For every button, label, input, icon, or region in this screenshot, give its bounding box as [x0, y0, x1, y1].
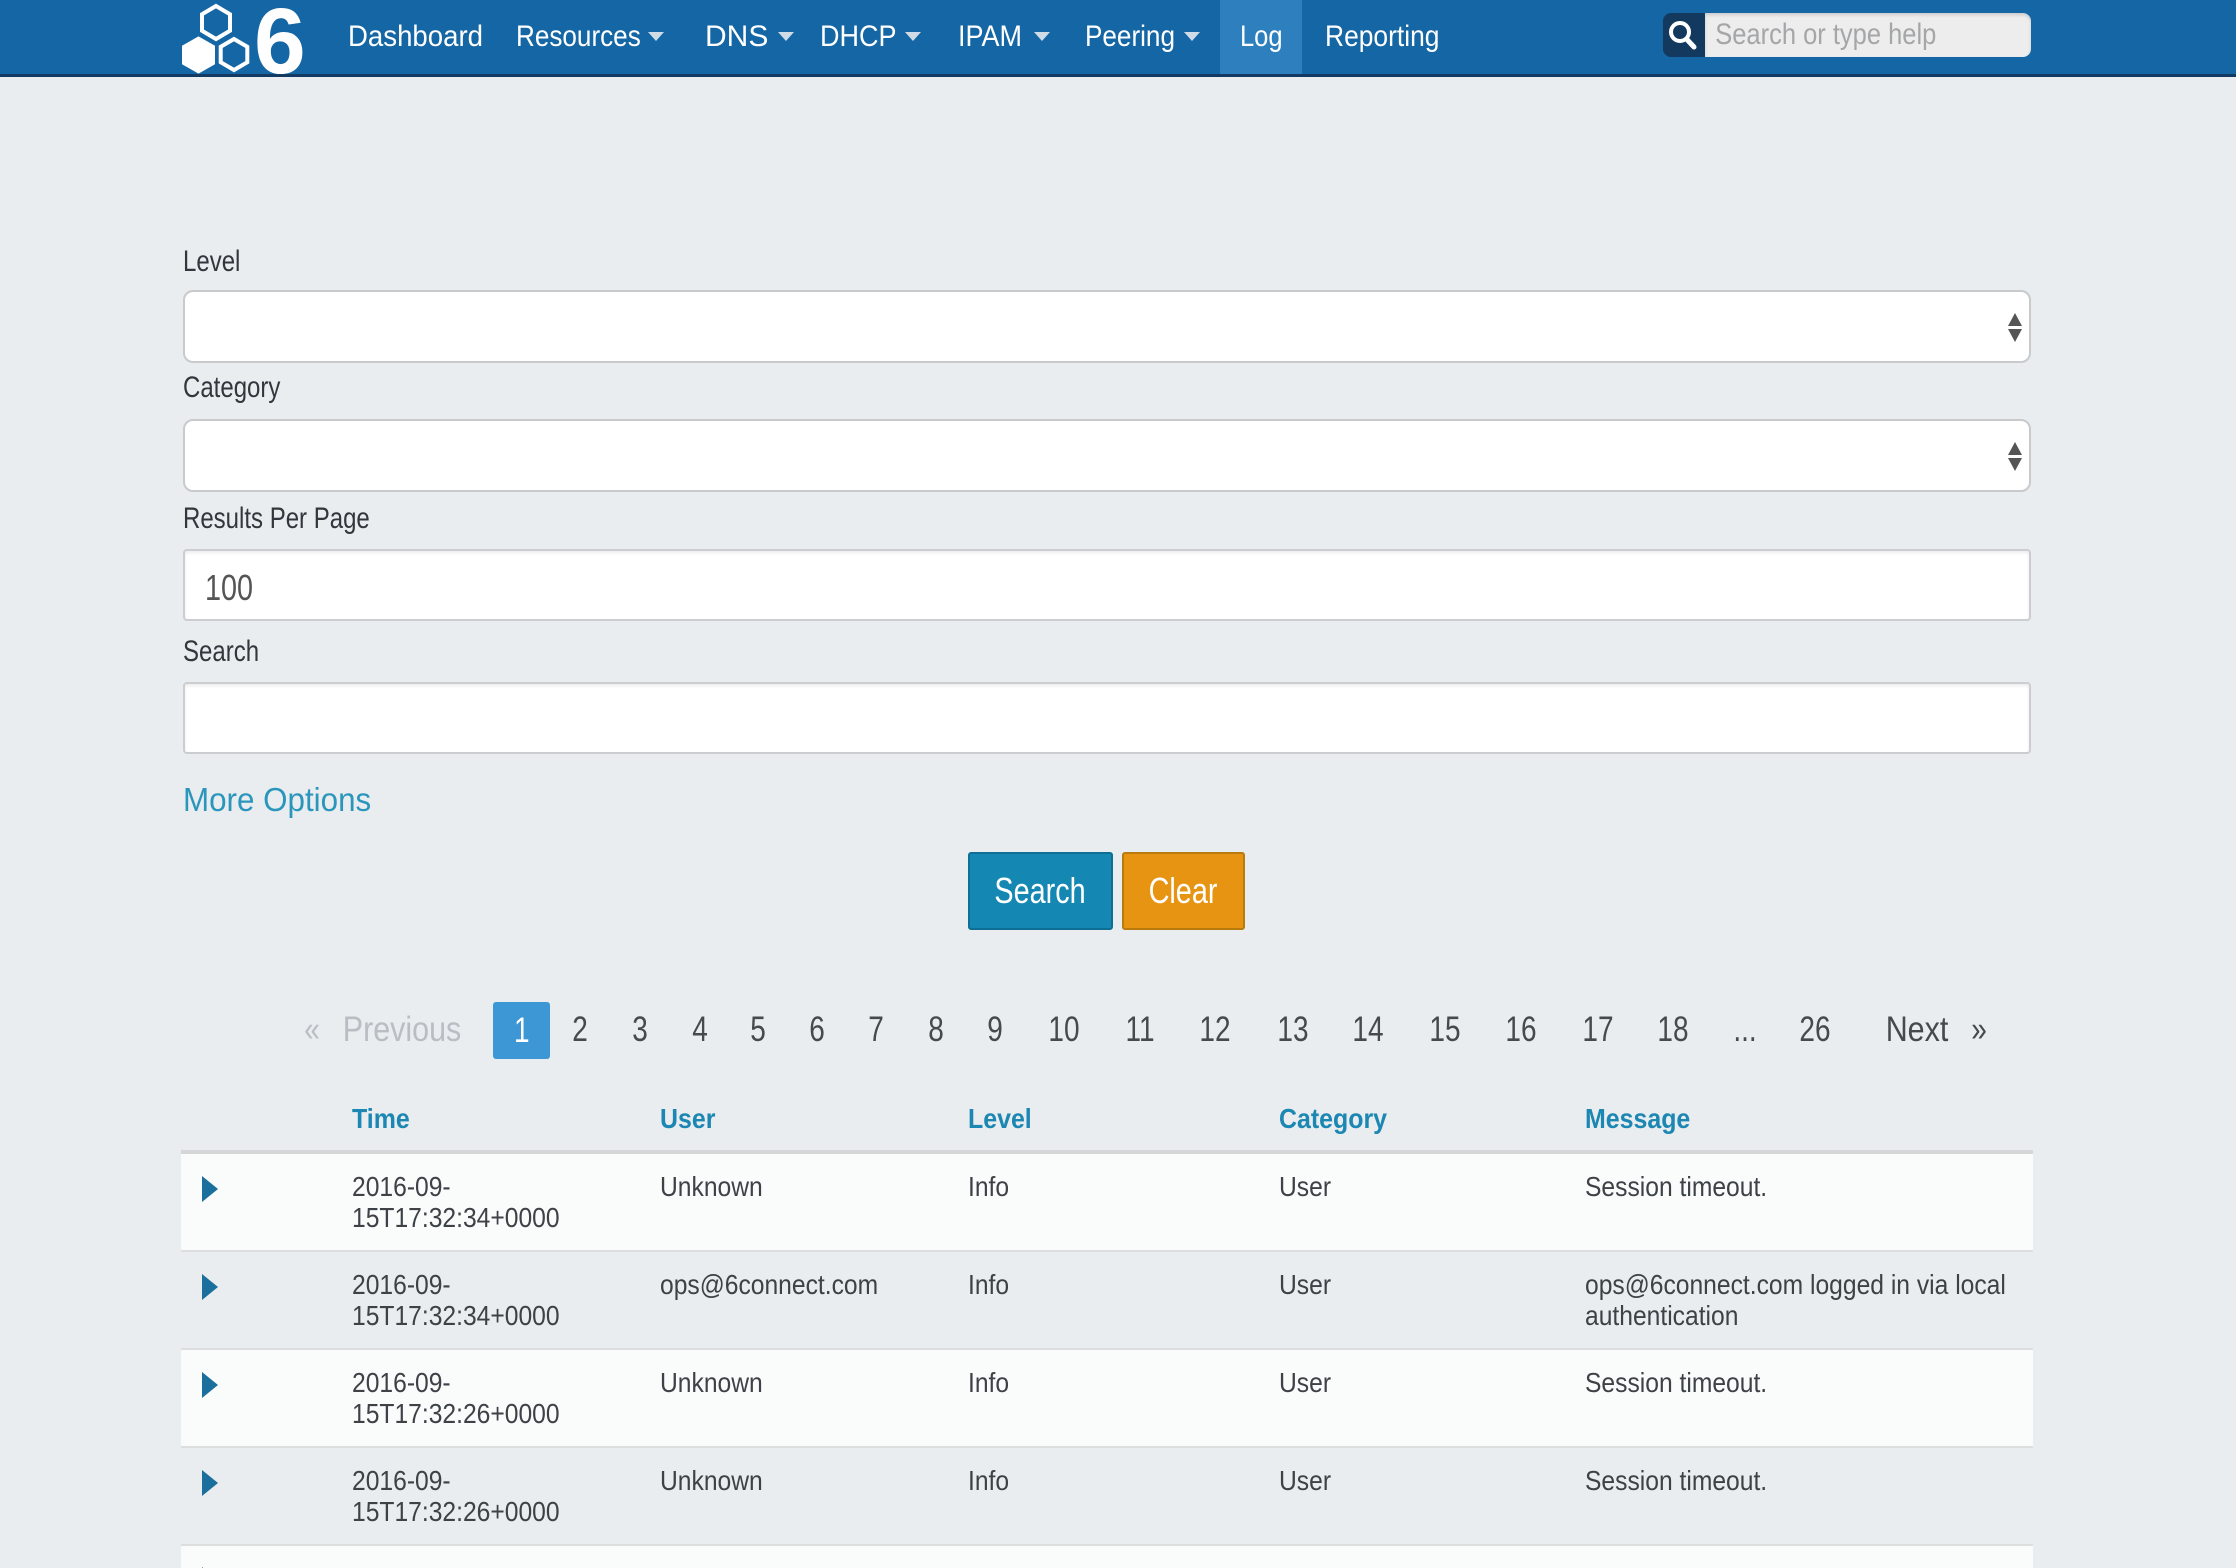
svg-text:6: 6 — [254, 0, 306, 78]
